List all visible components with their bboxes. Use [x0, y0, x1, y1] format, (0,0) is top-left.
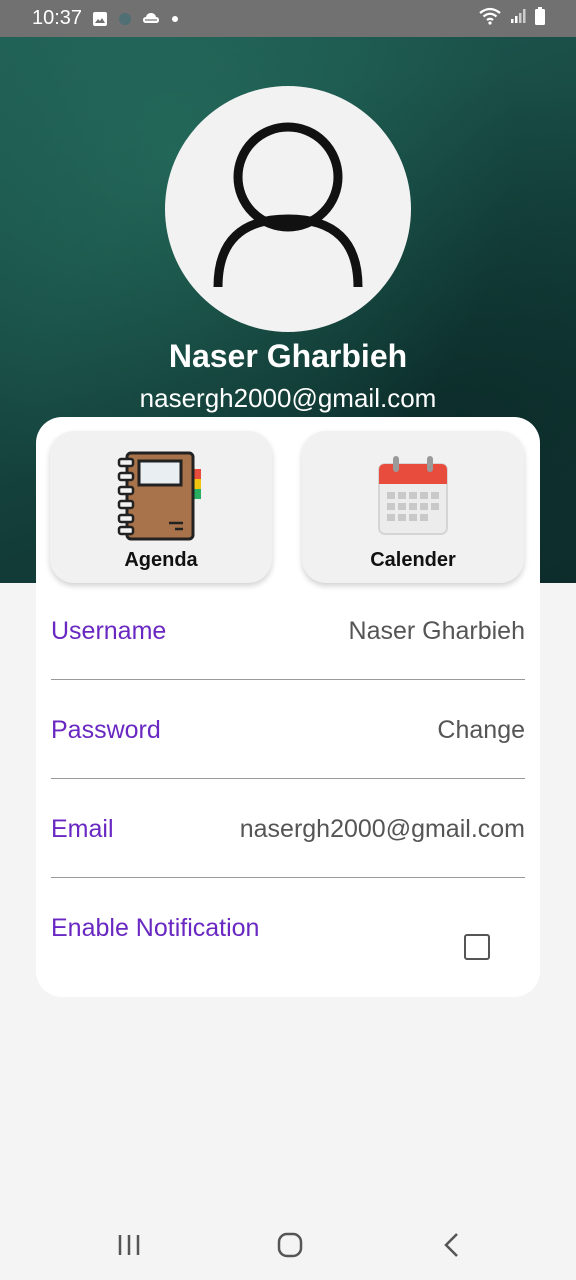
wifi-icon	[478, 7, 502, 30]
calendar-icon	[373, 447, 453, 543]
divider	[51, 877, 525, 878]
gallery-icon	[92, 11, 108, 27]
email-value: nasergh2000@gmail.com	[239, 815, 525, 843]
divider	[51, 778, 525, 779]
username-label: Username	[51, 617, 167, 645]
calendar-label: Calender	[370, 549, 456, 571]
navigation-bar	[0, 1210, 576, 1280]
notification-checkbox[interactable]	[464, 934, 490, 960]
user-icon	[213, 122, 363, 288]
signal-icon	[510, 8, 526, 29]
notification-label: Enable Notification	[51, 914, 260, 942]
status-time: 10:37	[32, 7, 83, 29]
email-label: Email	[51, 815, 114, 843]
settings-card: Agenda Calender Username Naser Gharbieh …	[36, 417, 540, 997]
avatar[interactable]	[165, 86, 411, 332]
home-icon[interactable]	[275, 1230, 305, 1260]
app-icon	[118, 12, 132, 26]
battery-icon	[534, 7, 546, 30]
status-bar: 10:37	[0, 0, 576, 37]
profile-email: nasergh2000@gmail.com	[139, 383, 437, 413]
calendar-button[interactable]: Calender	[302, 431, 524, 583]
back-icon[interactable]	[437, 1230, 467, 1260]
dot-icon	[170, 14, 180, 24]
cloud-icon	[142, 12, 160, 26]
agenda-label: Agenda	[124, 549, 198, 571]
notification-row: Enable Notification	[51, 914, 525, 1013]
agenda-button[interactable]: Agenda	[50, 431, 272, 583]
profile-name: Naser Gharbieh	[168, 338, 408, 374]
password-label: Password	[51, 716, 161, 744]
agenda-icon	[113, 447, 209, 543]
password-change-link[interactable]: Change	[437, 716, 525, 745]
username-value: Naser Gharbieh	[348, 617, 525, 645]
password-row[interactable]: Password Change	[51, 716, 525, 815]
status-right	[478, 7, 546, 30]
recents-icon[interactable]	[114, 1230, 144, 1260]
username-row[interactable]: Username Naser Gharbieh	[51, 617, 525, 716]
status-left: 10:37	[32, 7, 180, 30]
divider	[51, 679, 525, 680]
email-row[interactable]: Email nasergh2000@gmail.com	[51, 815, 525, 914]
